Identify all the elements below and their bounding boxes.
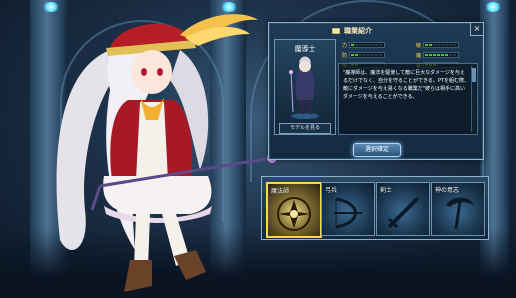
class-selection-bar: 魔法師 弓兵 剣士 神の意志 — [261, 176, 489, 240]
panel-header: 職業紹介 — [331, 24, 372, 38]
class-model-image — [289, 56, 319, 119]
class-slot[interactable]: 神の意志 — [431, 182, 485, 236]
confirm-selection-button[interactable]: 選択確定 — [353, 143, 401, 157]
scroll-icon — [332, 28, 340, 34]
stat-row: 魔 — [409, 51, 459, 59]
stat-segment — [445, 54, 448, 56]
stat-bar — [423, 52, 459, 58]
stat-segment — [433, 44, 436, 46]
stat-segment — [367, 54, 370, 56]
stat-segment — [453, 54, 456, 56]
stat-segment — [429, 54, 432, 56]
stat-segment — [441, 44, 444, 46]
stat-segment — [429, 44, 432, 46]
sword-icon — [387, 197, 419, 229]
stat-segment — [449, 54, 452, 56]
description-box: "魔導師は、魔法を駆使して敵に巨大なダメージを与えるだけでなく、自分を守ることが… — [338, 63, 478, 135]
class-description: "魔導師は、魔法を駆使して敵に巨大なダメージを与えるだけでなく、自分を守ることが… — [343, 70, 469, 100]
stat-bar — [423, 42, 459, 48]
stat-segment — [425, 54, 428, 56]
panel-title: 職業紹介 — [344, 27, 372, 35]
stat-segment — [375, 44, 378, 46]
stat-segment — [359, 54, 362, 56]
stat-bar — [349, 42, 385, 48]
stat-segment — [371, 44, 374, 46]
stat-segment — [433, 54, 436, 56]
stat-segment — [359, 44, 362, 46]
stat-segment — [351, 44, 354, 46]
class-slot[interactable]: 魔法師 — [266, 182, 322, 238]
view-model-button[interactable]: モデルを見る — [279, 123, 331, 134]
stat-label: 防 — [341, 52, 347, 59]
stat-segment — [363, 44, 366, 46]
class-slot[interactable]: 弓兵 — [321, 182, 375, 236]
stat-segment — [425, 44, 428, 46]
stat-segment — [437, 54, 440, 56]
stat-segment — [351, 54, 354, 56]
stat-segment — [449, 44, 452, 46]
stat-segment — [375, 54, 378, 56]
hat — [106, 14, 258, 56]
magic-sigil-icon — [277, 197, 311, 231]
stat-segment — [371, 54, 374, 56]
stat-segment — [453, 44, 456, 46]
stat-label: 魔 — [415, 52, 421, 59]
stat-bar — [349, 52, 385, 58]
game-screen: 職業紹介 × 魔導士 モデルを見る 力敏防魔体会 "魔導師は、魔法を駆使して敵に… — [0, 0, 516, 298]
stat-segment — [379, 44, 382, 46]
scrollbar-thumb[interactable] — [472, 68, 476, 82]
scythe-icon — [446, 197, 474, 230]
stat-segment — [355, 44, 358, 46]
bow-icon — [334, 197, 362, 229]
stat-row: 敏 — [409, 41, 459, 49]
class-info-panel: 職業紹介 × 魔導士 モデルを見る 力敏防魔体会 "魔導師は、魔法を駆使して敵に… — [268, 22, 484, 160]
character-artwork — [56, 14, 277, 292]
stat-label: 敏 — [415, 42, 421, 49]
class-slot[interactable]: 剣士 — [376, 182, 430, 236]
stat-segment — [445, 44, 448, 46]
stat-segment — [437, 44, 440, 46]
legs — [124, 214, 206, 292]
close-button[interactable]: × — [470, 22, 484, 36]
stat-segment — [367, 44, 370, 46]
description-scrollbar[interactable] — [471, 66, 476, 132]
stat-segment — [363, 54, 366, 56]
stat-label: 力 — [341, 42, 347, 49]
class-portrait: 魔導士 モデルを見る — [274, 39, 336, 135]
crystal-light — [484, 2, 502, 12]
stat-row: 力 — [335, 41, 385, 49]
stat-segment — [441, 54, 444, 56]
stat-segment — [379, 54, 382, 56]
stat-segment — [355, 54, 358, 56]
face — [132, 50, 172, 94]
stat-row: 防 — [335, 51, 385, 59]
